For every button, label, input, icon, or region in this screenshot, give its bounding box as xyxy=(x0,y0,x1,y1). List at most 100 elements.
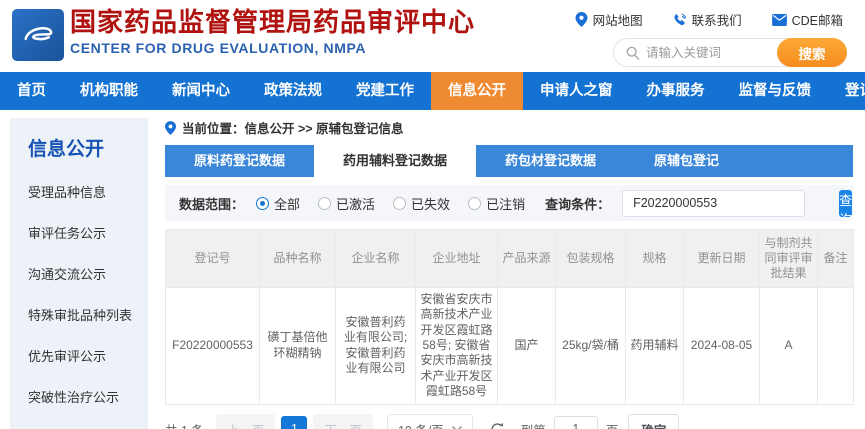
swoosh-logo-icon xyxy=(18,15,58,55)
contact-label: 联系我们 xyxy=(692,10,742,29)
page: 国家药品监督管理局药品审评中心 CENTER FOR DRUG EVALUATI… xyxy=(0,0,865,429)
registration-table: 登记号 品种名称 企业名称 企业地址 产品来源 包装规格 规格 更新日期 与制剂… xyxy=(165,229,854,405)
table-header-row: 登记号 品种名称 企业名称 企业地址 产品来源 包装规格 规格 更新日期 与制剂… xyxy=(166,230,854,288)
goto-page-input[interactable] xyxy=(554,416,598,429)
sidebar-item-communication[interactable]: 沟通交流公示 xyxy=(28,253,148,294)
radio-circle-icon xyxy=(468,197,481,210)
cell-package-spec: 25kg/袋/桶 xyxy=(556,288,626,405)
col-registration-no: 登记号 xyxy=(166,230,260,288)
tab-api-registration[interactable]: 原料药登记数据 xyxy=(165,145,314,177)
radio-activated[interactable]: 已激活 xyxy=(318,194,375,213)
main-nav: 首页 机构职能 新闻中心 政策法规 党建工作 信息公开 申请人之窗 办事服务 监… xyxy=(0,72,865,110)
search-bar: 搜索 xyxy=(613,38,847,67)
goto-label: 到第 xyxy=(521,420,546,429)
col-spec: 规格 xyxy=(626,230,684,288)
page-size-select[interactable]: 10 条/页 xyxy=(387,414,473,429)
cell-variety-name: 磺丁基倍他环糊精钠 xyxy=(260,288,336,405)
cell-joint-review-result: A xyxy=(760,288,818,405)
sidebar-item-breakthrough-therapy[interactable]: 突破性治疗公示 xyxy=(28,376,148,417)
cell-company-address: 安徽省安庆市高新技术产业开发区霞虹路58号; 安徽省安庆市高新技术产业开发区霞虹… xyxy=(416,288,498,405)
radio-circle-icon xyxy=(318,197,331,210)
chevron-down-icon xyxy=(452,426,462,429)
search-input[interactable] xyxy=(646,46,776,60)
goto-unit: 页 xyxy=(606,420,619,429)
mail-icon xyxy=(772,14,787,26)
mailbox-link[interactable]: CDE邮箱 xyxy=(772,10,843,29)
nav-item-news[interactable]: 新闻中心 xyxy=(155,72,247,110)
refresh-button[interactable] xyxy=(489,420,507,429)
cell-remark xyxy=(818,288,854,405)
query-label: 查询条件： xyxy=(545,194,610,213)
radio-invalid-label: 已失效 xyxy=(411,194,450,213)
nav-item-party[interactable]: 党建工作 xyxy=(339,72,431,110)
cell-registration-no: F20220000553 xyxy=(166,288,260,405)
refresh-icon xyxy=(490,422,505,429)
radio-cancelled-label: 已注销 xyxy=(486,194,525,213)
tab-raw-aux-pack[interactable]: 原辅包登记 xyxy=(625,145,748,177)
search-button[interactable]: 搜索 xyxy=(777,38,847,67)
site-title-block: 国家药品监督管理局药品审评中心 CENTER FOR DRUG EVALUATI… xyxy=(70,7,475,56)
cde-logo xyxy=(12,9,64,61)
radio-all[interactable]: 全部 xyxy=(256,194,300,213)
nav-item-info-disclosure[interactable]: 信息公开 xyxy=(431,72,523,110)
nav-item-applicant[interactable]: 申请人之窗 xyxy=(523,72,630,110)
col-remark: 备注 xyxy=(818,230,854,288)
radio-all-label: 全部 xyxy=(274,194,300,213)
header: 国家药品监督管理局药品审评中心 CENTER FOR DRUG EVALUATI… xyxy=(0,0,865,72)
col-joint-review-result: 与制剂共同审评审批结果 xyxy=(760,230,818,288)
col-variety-name: 品种名称 xyxy=(260,230,336,288)
cell-product-origin: 国产 xyxy=(498,288,556,405)
nav-item-services[interactable]: 办事服务 xyxy=(630,72,722,110)
nav-item-home[interactable]: 首页 xyxy=(0,72,63,110)
col-package-spec: 包装规格 xyxy=(556,230,626,288)
location-pin-icon xyxy=(575,12,588,27)
main-content: 当前位置：信息公开 >> 原辅包登记信息 原料药登记数据 药用辅料登记数据 药包… xyxy=(165,112,853,429)
radio-cancelled[interactable]: 已注销 xyxy=(468,194,525,213)
tab-packaging-registration[interactable]: 药包材登记数据 xyxy=(476,145,625,177)
contact-link[interactable]: 联系我们 xyxy=(673,10,742,29)
cell-company-name: 安徽普利药业有限公司;安徽普利药业有限公司 xyxy=(336,288,416,405)
next-page-button[interactable]: 下一页 xyxy=(313,414,373,429)
nav-item-functions[interactable]: 机构职能 xyxy=(63,72,155,110)
mailbox-label: CDE邮箱 xyxy=(792,10,843,29)
scope-label: 数据范围： xyxy=(179,194,244,213)
cell-update-date: 2024-08-05 xyxy=(684,288,760,405)
sidebar-item-three-in-one[interactable]: 三合一序列公示 xyxy=(28,417,148,429)
tab-bar: 原料药登记数据 药用辅料登记数据 药包材登记数据 原辅包登记 xyxy=(165,145,853,177)
site-title: 国家药品监督管理局药品审评中心 xyxy=(70,7,475,38)
breadcrumb: 当前位置：信息公开 >> 原辅包登记信息 xyxy=(165,118,853,137)
sitemap-label: 网站地图 xyxy=(593,10,643,29)
phone-icon xyxy=(673,13,687,27)
tab-excipient-registration[interactable]: 药用辅料登记数据 xyxy=(314,145,476,177)
total-count: 共 1 条 xyxy=(165,420,204,429)
sidebar-item-special-approval[interactable]: 特殊审批品种列表 xyxy=(28,294,148,335)
filter-bar: 数据范围： 全部 已激活 已失效 已注销 查询条 xyxy=(165,185,853,221)
prev-page-button[interactable]: 上一页 xyxy=(216,414,276,429)
sidebar-title: 信息公开 xyxy=(28,134,148,161)
radio-activated-label: 已激活 xyxy=(336,194,375,213)
radio-invalid[interactable]: 已失效 xyxy=(393,194,450,213)
query-input[interactable] xyxy=(622,190,805,217)
page-number-1[interactable]: 1 xyxy=(281,416,307,429)
sitemap-link[interactable]: 网站地图 xyxy=(575,10,643,29)
sidebar-item-accepted-varieties[interactable]: 受理品种信息 xyxy=(28,171,148,212)
radio-circle-icon xyxy=(256,197,269,210)
query-button[interactable]: 查询 xyxy=(839,190,852,217)
nav-item-policy[interactable]: 政策法规 xyxy=(247,72,339,110)
nav-item-registration-platform[interactable]: 登记备案平台 xyxy=(828,72,865,110)
page-size-value: 10 条/页 xyxy=(398,420,444,429)
quick-links: 网站地图 联系我们 CDE邮箱 xyxy=(575,10,843,29)
search-icon xyxy=(626,46,640,60)
scope-radio-group: 全部 已激活 已失效 已注销 xyxy=(256,194,525,213)
breadcrumb-label: 当前位置：信息公开 >> 原辅包登记信息 xyxy=(182,118,404,137)
radio-circle-icon xyxy=(393,197,406,210)
nav-item-supervision[interactable]: 监督与反馈 xyxy=(722,72,829,110)
site-subtitle: CENTER FOR DRUG EVALUATION, NMPA xyxy=(70,40,475,56)
sidebar: 信息公开 受理品种信息 审评任务公示 沟通交流公示 特殊审批品种列表 优先审评公… xyxy=(10,118,148,429)
sidebar-item-priority-review[interactable]: 优先审评公示 xyxy=(28,335,148,376)
col-company-name: 企业名称 xyxy=(336,230,416,288)
goto-confirm-button[interactable]: 确定 xyxy=(628,414,679,429)
col-product-origin: 产品来源 xyxy=(498,230,556,288)
sidebar-item-review-tasks[interactable]: 审评任务公示 xyxy=(28,212,148,253)
table-row: F20220000553 磺丁基倍他环糊精钠 安徽普利药业有限公司;安徽普利药业… xyxy=(166,288,854,405)
